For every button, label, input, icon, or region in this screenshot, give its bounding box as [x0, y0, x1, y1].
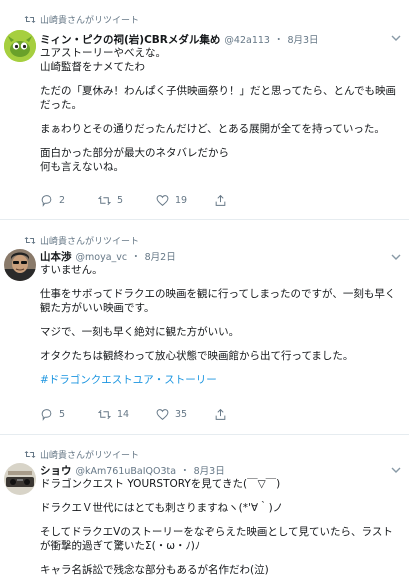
tweet-text-line: 山崎監督をナメてたわ [40, 61, 145, 73]
reply-count: 5 [59, 409, 66, 420]
tweet-text-line: マジで、一刻も早く絶対に観た方がいい。 [40, 326, 240, 338]
tweet-text: ドラゴンクエスト YOURSTORYを見てきた(￣▽￣) ドラクエＶ世代にはとて… [40, 477, 399, 577]
tweet-body: ショウ @kAm761uBaIQO3ta ・ 8月3日 ドラゴンクエスト YOU… [40, 463, 399, 577]
avatar[interactable] [4, 463, 36, 495]
tweet-text-line: すいません。 [40, 264, 103, 276]
retweet-label: 山崎貴さんがリツイート [40, 237, 140, 247]
tweet-text: すいません。 仕事をサボってドラクエの映画を観に行ってしまったのですが、一刻も早… [40, 263, 399, 387]
tweet-text-line: 観た方がいい映画です。 [40, 302, 155, 314]
user-handle[interactable]: @moya_vc [76, 252, 128, 263]
retweet-context[interactable]: 山崎貴さんがリツイート [40, 13, 139, 26]
retweet-icon [24, 16, 36, 23]
share-icon [215, 408, 226, 420]
reply-count: 2 [59, 195, 66, 206]
avatar-character-icon [4, 30, 36, 62]
share-button[interactable] [214, 408, 234, 421]
tweet[interactable]: 山崎貴さんがリツイート ショウ @kAm761uBaIQO3ta ・ 8月3日 … [0, 436, 409, 588]
retweet-button[interactable]: 14 [98, 408, 156, 421]
user-handle[interactable]: @kAm761uBaIQO3ta [76, 466, 177, 477]
tweet-text-line: そしてドラクエVのストーリーをなぞらえた映画として見ていたら、ラスト [40, 526, 393, 538]
retweet-context[interactable]: 山崎貴さんがリツイート [40, 448, 139, 461]
tweet-text-line: だった。 [40, 99, 82, 111]
like-count: 19 [175, 195, 188, 206]
share-button[interactable] [214, 194, 234, 207]
tweet-text-line: ただの「夏休み！わんぱく子供映画祭り！」だと思ってたら、とんでも映画 [40, 85, 396, 97]
separator-dot: ・ [180, 466, 190, 477]
tweet-body: ミィン・ピクの祠(岩)CBRメダル集め @42a113 ・ 8月3日 ユアストー… [40, 32, 399, 174]
hashtag-link[interactable]: #ドラゴンクエストユア・ストーリー [40, 373, 399, 387]
retweet-icon [24, 451, 36, 458]
reply-icon [41, 409, 52, 421]
retweet-context[interactable]: 山崎貴さんがリツイート [40, 234, 139, 247]
like-icon [156, 409, 169, 421]
tweet-actions: 2 5 19 [40, 194, 234, 207]
tweet-body: 山本渉 @moya_vc ・ 8月2日 すいません。 仕事をサボってドラクエの映… [40, 249, 399, 387]
tweet-actions: 5 14 35 [40, 408, 234, 421]
avatar[interactable] [4, 30, 36, 62]
tweet-date[interactable]: 8月2日 [145, 249, 176, 263]
tweet-text-line: が衝撃的過ぎて驚いたΣ(・ω・ﾉ)ﾉ [40, 540, 201, 552]
retweet-icon [24, 237, 36, 244]
retweet-icon [98, 195, 111, 206]
tweet-text-line: まぁわりとその通りだったんだけど、とある展開が全てを持っていった。 [40, 123, 385, 135]
tweet-text-line: キャラ名訴訟で残念な部分もあるが名作だわ(泣) [40, 564, 269, 576]
retweet-label: 山崎貴さんがリツイート [40, 451, 140, 461]
tweet-header: 山本渉 @moya_vc ・ 8月2日 [40, 249, 399, 263]
retweet-label: 山崎貴さんがリツイート [40, 16, 140, 26]
tweet[interactable]: 山崎貴さんがリツイート 山本渉 @moya_vc ・ 8月2日 すいません。 仕… [0, 221, 409, 435]
retweet-count: 14 [117, 409, 130, 420]
share-icon [215, 194, 226, 206]
display-name[interactable]: ショウ [40, 463, 72, 478]
tweet-date[interactable]: 8月3日 [287, 32, 318, 46]
tweet-text-line: 何も言えないね。 [40, 161, 124, 173]
like-count: 35 [175, 409, 188, 420]
tweet-text-line: ユアストーリーやべえな。 [40, 47, 166, 59]
avatar-photo-icon [4, 249, 36, 281]
tweet-text: ユアストーリーやべえな。 山崎監督をナメてたわ ただの「夏休み！わんぱく子供映画… [40, 46, 399, 174]
separator-dot: ・ [273, 35, 284, 46]
reply-button[interactable]: 5 [40, 408, 98, 421]
reply-icon [41, 195, 52, 207]
avatar[interactable] [4, 249, 36, 281]
retweet-icon [98, 409, 111, 420]
reply-button[interactable]: 2 [40, 194, 98, 207]
tweet-text-line: 仕事をサボってドラクエの映画を観に行ってしまったのですが、一刻も早く [40, 288, 396, 300]
tweet-header: ミィン・ピクの祠(岩)CBRメダル集め @42a113 ・ 8月3日 [40, 32, 399, 46]
display-name[interactable]: ミィン・ピクの祠(岩)CBRメダル集め [40, 32, 220, 47]
retweet-count: 5 [117, 195, 124, 206]
tweet-header: ショウ @kAm761uBaIQO3ta ・ 8月3日 [40, 463, 399, 477]
like-button[interactable]: 19 [156, 194, 214, 207]
tweet[interactable]: 山崎貴さんがリツイート ミィン・ピクの祠(岩)CBRメダル集め @42a113 … [0, 0, 409, 220]
like-icon [156, 195, 169, 207]
tweet-text-line: ドラゴンクエスト YOURSTORYを見てきた(￣▽￣) [40, 478, 281, 490]
separator-dot: ・ [131, 252, 141, 263]
like-button[interactable]: 35 [156, 408, 214, 421]
user-handle[interactable]: @42a113 [224, 35, 270, 46]
display-name[interactable]: 山本渉 [40, 249, 72, 264]
avatar-photo-icon [4, 463, 36, 495]
retweet-button[interactable]: 5 [98, 194, 156, 207]
tweet-text-line: ドラクエＶ世代にはとても刺さりますねヽ(*'∀｀)ノ [40, 502, 284, 514]
tweet-text-line: オタクたちは観終わって放心状態で映画館から出て行ってました。 [40, 350, 354, 362]
tweet-text-line: 面白かった部分が最大のネタバレだから [40, 147, 229, 159]
tweet-date[interactable]: 8月3日 [194, 463, 225, 477]
